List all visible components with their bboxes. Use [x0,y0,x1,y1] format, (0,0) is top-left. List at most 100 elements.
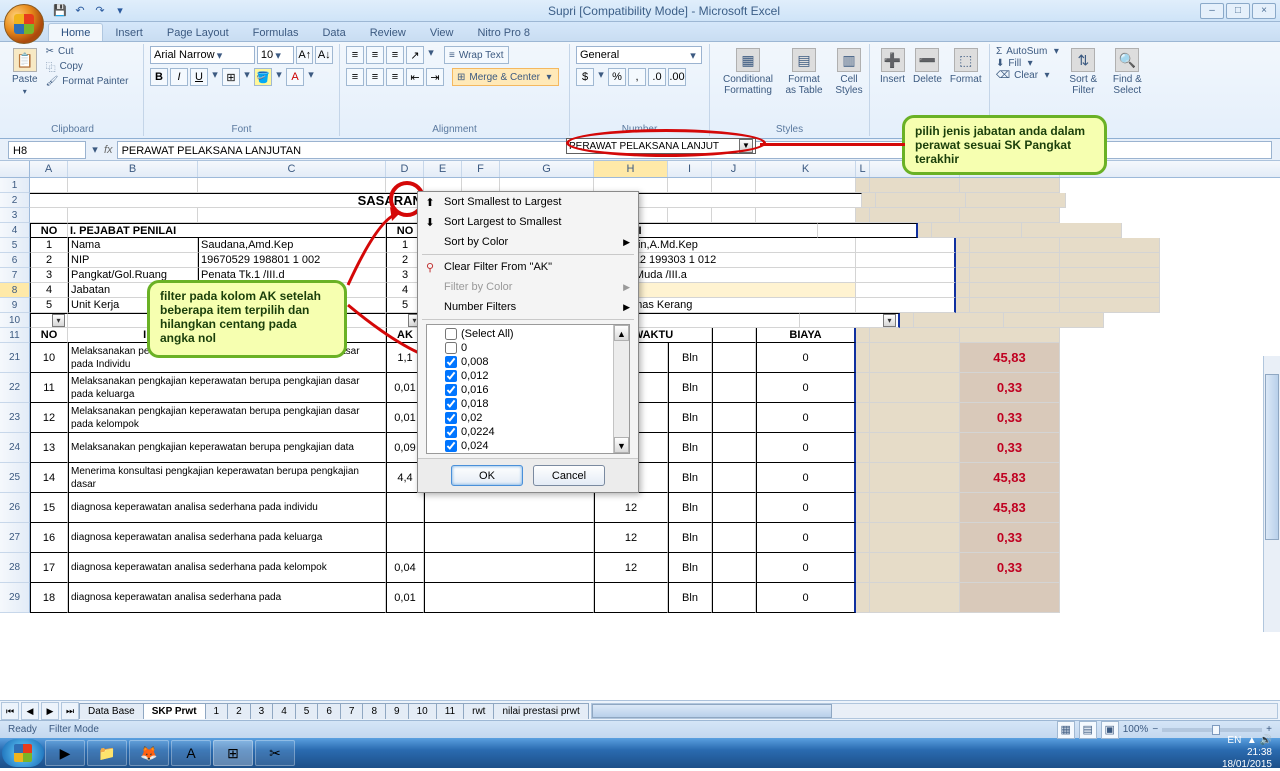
tab-page-layout[interactable]: Page Layout [155,24,241,41]
cell[interactable] [856,583,870,613]
cell[interactable]: 12 [594,553,668,583]
start-button[interactable] [2,739,44,767]
task-explorer[interactable]: 📁 [87,740,127,766]
task-media-player[interactable]: ▶ [45,740,85,766]
tab-review[interactable]: Review [358,24,418,41]
cell[interactable] [712,178,756,193]
sheet-tab[interactable]: Data Base [79,703,144,719]
cell[interactable] [712,463,756,493]
minimize-button[interactable]: ‒ [1200,3,1224,19]
cell[interactable]: Bln [668,523,712,553]
save-icon[interactable]: 💾 [52,3,68,19]
cell[interactable]: 0 [756,433,856,463]
sort-desc[interactable]: ⬇Sort Largest to Smallest [418,212,638,232]
align-bottom-icon[interactable]: ≡ [386,46,404,64]
orientation-icon[interactable]: ↗ [406,46,424,64]
cell[interactable] [1060,238,1160,253]
border-button[interactable]: ⊞ [222,68,240,86]
cell[interactable]: 0 [756,553,856,583]
cell[interactable]: 2 [30,253,68,268]
align-right-icon[interactable]: ≡ [386,68,404,86]
task-excel[interactable]: ⊞ [213,740,253,766]
cell[interactable]: Bln [668,493,712,523]
tab-home[interactable]: Home [48,23,103,41]
increase-decimal-icon[interactable]: .0 [648,68,666,86]
cell[interactable] [870,328,960,343]
filter-opt[interactable]: 0,0224 [429,425,627,439]
col-K[interactable]: K [756,161,856,177]
percent-icon[interactable]: % [608,68,626,86]
cell[interactable]: Bln [668,343,712,373]
cell[interactable] [932,223,1022,238]
cell[interactable]: 0 [756,493,856,523]
cell[interactable]: 17 [30,553,68,583]
cell[interactable] [966,193,1066,208]
wrap-text-button[interactable]: ≡Wrap Text [444,46,509,64]
cell[interactable] [1060,298,1160,313]
cell[interactable]: Bln [668,583,712,613]
cell[interactable]: 11 [30,373,68,403]
undo-icon[interactable]: ↶ [72,3,88,19]
find-select-button[interactable]: 🔍Find & Select [1105,46,1149,98]
autosum-button[interactable]: ΣAutoSum▾ [996,46,1061,57]
sheet-tab[interactable]: 9 [385,703,409,719]
cell[interactable] [856,433,870,463]
cell[interactable] [712,373,756,403]
currency-icon[interactable]: $ [576,68,594,86]
align-middle-icon[interactable]: ≡ [366,46,384,64]
task-firefox[interactable]: 🦊 [129,740,169,766]
delete-cells-button[interactable]: ➖Delete [909,46,946,87]
sheet-tab[interactable]: nilai prestasi prwt [493,703,588,719]
tab-insert[interactable]: Insert [103,24,155,41]
sheet-tab[interactable]: 10 [408,703,437,719]
cell[interactable]: 13 [30,433,68,463]
cell[interactable] [870,373,960,403]
cell[interactable] [856,208,870,223]
fill-button[interactable]: ⬇Fill▾ [996,58,1061,69]
cell[interactable] [68,208,198,223]
cell[interactable]: 5 [30,298,68,313]
cell[interactable] [856,373,870,403]
cell[interactable]: 0 [756,403,856,433]
cell[interactable] [870,523,960,553]
name-box[interactable]: H8 [8,141,86,159]
cell[interactable]: 14 [30,463,68,493]
filter-opt[interactable]: 0,03 [429,453,627,454]
decrease-font-icon[interactable]: A↓ [315,46,333,64]
italic-button[interactable]: I [170,68,188,86]
cell[interactable] [856,493,870,523]
sheet-tab[interactable]: 3 [250,703,274,719]
cell[interactable] [68,178,198,193]
format-painter-button[interactable]: 🖌Format Painter [46,76,129,87]
office-button[interactable] [4,4,44,44]
cell[interactable] [856,238,956,253]
cell[interactable]: Bln [668,373,712,403]
sheet-tab[interactable]: SKP Prwt [143,703,206,719]
tab-view[interactable]: View [418,24,466,41]
cell[interactable] [712,583,756,613]
filter-btn-k[interactable]: ▾ [883,314,896,327]
sheet-tab[interactable]: 6 [317,703,341,719]
merge-center-button[interactable]: ⊞Merge & Center▾ [452,68,559,86]
cell[interactable] [870,433,960,463]
cut-button[interactable]: ✂Cut [46,46,129,57]
increase-indent-icon[interactable]: ⇥ [426,68,444,86]
cell[interactable] [914,313,1004,328]
sheet-tab[interactable]: 4 [272,703,296,719]
decrease-indent-icon[interactable]: ⇤ [406,68,424,86]
redo-icon[interactable]: ↷ [92,3,108,19]
cell[interactable] [1060,268,1160,283]
zoom-out-icon[interactable]: − [1152,724,1158,735]
cell[interactable]: NO [30,328,68,343]
cell[interactable] [386,493,424,523]
sheet-tab[interactable]: 7 [340,703,364,719]
cell[interactable] [856,178,870,193]
col-B[interactable]: B [68,161,198,177]
underline-button[interactable]: U [190,68,208,86]
filter-opt[interactable]: 0,018 [429,397,627,411]
format-as-table-button[interactable]: ▤Format as Table [780,46,828,98]
align-left-icon[interactable]: ≡ [346,68,364,86]
cell[interactable]: NIP [68,253,198,268]
sheet-nav-last[interactable]: ⏭ [61,702,79,720]
cell[interactable] [1060,253,1160,268]
